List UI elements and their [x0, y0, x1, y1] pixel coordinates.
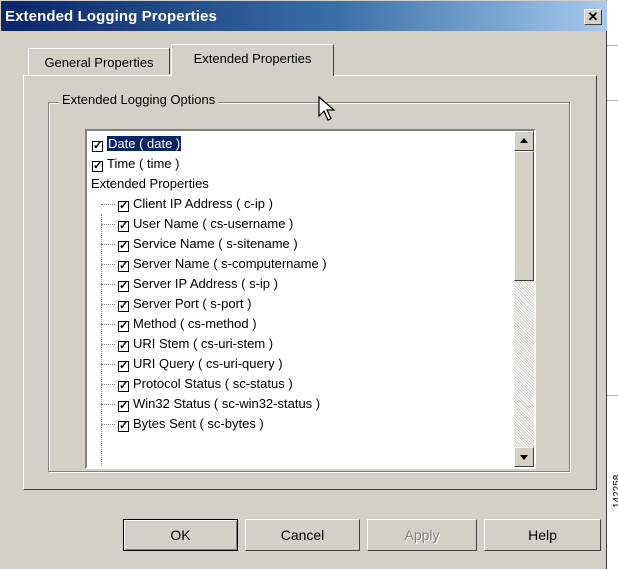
tree-branch-line: [101, 284, 115, 285]
item-label: Bytes Sent ( sc-bytes ): [133, 416, 264, 431]
item-label: Time ( time ): [107, 156, 180, 171]
tree-branch-line: [101, 264, 115, 265]
tree-branch-line: [101, 404, 115, 405]
item-label: URI Query ( cs-uri-query ): [133, 356, 283, 371]
checkbox[interactable]: ✓: [118, 201, 129, 212]
vertical-scrollbar[interactable]: [514, 131, 534, 467]
item-label: Protocol Status ( sc-status ): [133, 376, 293, 391]
item-label: Method ( cs-method ): [133, 316, 257, 331]
scroll-thumb[interactable]: [514, 151, 534, 281]
tree-line: [101, 214, 102, 467]
close-button[interactable]: ✕: [584, 9, 602, 25]
checkbox[interactable]: ✓: [118, 321, 129, 332]
checkbox[interactable]: ✓: [118, 241, 129, 252]
strip-divider: [607, 100, 618, 101]
item-label: User Name ( cs-username ): [133, 216, 294, 231]
mouse-pointer-icon: [318, 96, 336, 121]
close-icon: ✕: [587, 9, 599, 24]
options-tree-list[interactable]: ✓ Date ( date ) ✓ Time ( time ) Extended P…: [85, 129, 536, 469]
help-button[interactable]: Help: [484, 519, 601, 551]
item-label: Server IP Address ( s-ip ): [133, 276, 278, 291]
list-item-time[interactable]: ✓ Time ( time ): [92, 154, 179, 174]
checkbox[interactable]: ✓: [118, 361, 129, 372]
dialog-window: Extended Logging Properties ✕ General Pr…: [0, 0, 607, 569]
tree-branch-line: [101, 384, 115, 385]
list-item[interactable]: ✓ URI Query ( cs-uri-query ): [118, 354, 283, 374]
checkbox[interactable]: ✓: [118, 261, 129, 272]
list-viewport: ✓ Date ( date ) ✓ Time ( time ) Extended P…: [87, 131, 511, 467]
item-label: Win32 Status ( sc-win32-status ): [133, 396, 321, 411]
checkbox[interactable]: ✓: [118, 221, 129, 232]
tree-branch-line: [101, 344, 115, 345]
item-label: Server Port ( s-port ): [133, 296, 252, 311]
list-item[interactable]: ✓ Server Name ( s-computername ): [118, 254, 327, 274]
checkbox[interactable]: ✓: [118, 301, 129, 312]
scroll-track[interactable]: [514, 281, 534, 447]
item-label: Client IP Address ( c-ip ): [133, 196, 273, 211]
strip-divider: [607, 395, 618, 396]
figure-code: 142258: [612, 474, 618, 508]
scroll-up-button[interactable]: [514, 131, 534, 151]
tree-branch-line: [101, 364, 115, 365]
arrow-down-icon: [520, 455, 528, 460]
tree-branch-line: [101, 304, 115, 305]
title-bar: Extended Logging Properties ✕: [1, 1, 607, 31]
checkbox[interactable]: ✓: [118, 421, 129, 432]
list-item[interactable]: ✓ Server IP Address ( s-ip ): [118, 274, 278, 294]
list-item[interactable]: ✓ User Name ( cs-username ): [118, 214, 293, 234]
tree-branch-line: [101, 224, 115, 225]
checkbox[interactable]: ✓: [118, 401, 129, 412]
list-item[interactable]: ✓ Server Port ( s-port ): [118, 294, 251, 314]
tree-branch-line: [101, 204, 115, 205]
item-label: URI Stem ( cs-uri-stem ): [133, 336, 274, 351]
tab-general-properties[interactable]: General Properties: [28, 48, 170, 74]
list-item[interactable]: ✓ Client IP Address ( c-ip ): [118, 194, 273, 214]
checkbox[interactable]: ✓: [92, 161, 103, 172]
scroll-down-button[interactable]: [514, 447, 534, 467]
list-item-date[interactable]: ✓ Date ( date ): [92, 134, 182, 154]
tree-branch-line: [101, 244, 115, 245]
group-label: Extended Logging Options: [59, 92, 219, 107]
list-item[interactable]: ✓ Win32 Status ( sc-win32-status ): [118, 394, 320, 414]
tree-branch-line: [101, 424, 115, 425]
item-label: Date ( date ): [107, 136, 182, 151]
list-item[interactable]: ✓ Bytes Sent ( sc-bytes ): [118, 414, 264, 434]
list-item[interactable]: ✓ Service Name ( s-sitename ): [118, 234, 298, 254]
checkbox[interactable]: ✓: [118, 381, 129, 392]
list-item[interactable]: ✓ Method ( cs-method ): [118, 314, 257, 334]
arrow-up-icon: [520, 138, 528, 143]
window-title: Extended Logging Properties: [5, 8, 217, 25]
tab-extended-properties[interactable]: Extended Properties: [171, 44, 334, 76]
apply-button[interactable]: Apply: [367, 519, 477, 551]
checkbox[interactable]: ✓: [92, 141, 103, 152]
list-item[interactable]: ✓ Protocol Status ( sc-status ): [118, 374, 293, 394]
cancel-button[interactable]: Cancel: [245, 519, 360, 551]
node-label: Extended Properties: [91, 176, 209, 191]
strip-divider: [607, 45, 618, 46]
item-label: Service Name ( s-sitename ): [133, 236, 298, 251]
tree-node-extended-properties[interactable]: Extended Properties: [91, 174, 209, 194]
item-label: Server Name ( s-computername ): [133, 256, 327, 271]
checkbox[interactable]: ✓: [118, 281, 129, 292]
tree-branch-line: [101, 324, 115, 325]
checkbox[interactable]: ✓: [118, 341, 129, 352]
ok-button[interactable]: OK: [123, 519, 238, 551]
list-item[interactable]: ✓ URI Stem ( cs-uri-stem ): [118, 334, 273, 354]
